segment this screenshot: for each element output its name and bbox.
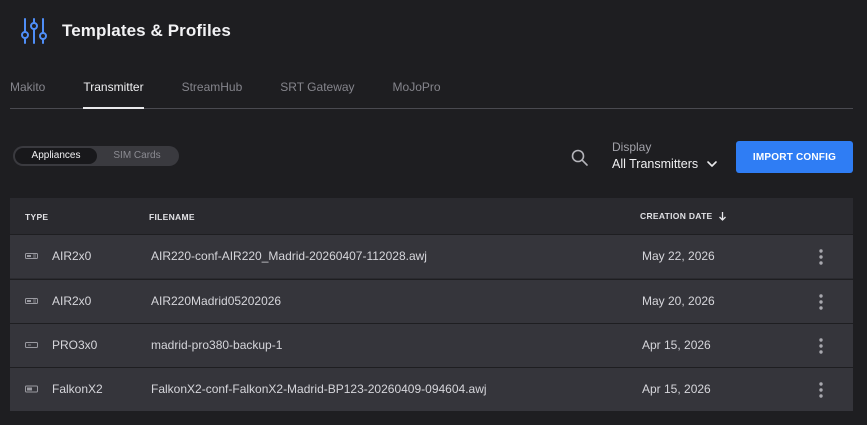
row-filename: AIR220-conf-AIR220_Madrid-20260407-11202… [151,249,427,263]
sliders-icon [21,18,47,44]
sort-down-arrow-icon [718,212,726,221]
row-filename: madrid-pro380-backup-1 [151,338,283,352]
display-value: All Transmitters [612,157,699,171]
page-title: Templates & Profiles [62,21,231,40]
row-type: AIR2x0 [25,294,91,308]
column-header-creation-date-label: CREATION DATE [640,211,713,221]
tab-mojopro[interactable]: MoJoPro [393,72,441,108]
falkon-device-icon [25,385,38,393]
row-type-label: AIR2x0 [52,294,92,308]
table-header: TYPE FILENAME CREATION DATE [10,198,853,234]
product-tabs: Makito Transmitter StreamHub SRT Gateway… [10,72,853,109]
pro-device-icon [25,342,38,348]
more-options-icon[interactable] [814,292,828,312]
row-type: FalkonX2 [25,382,103,396]
row-type: PRO3x0 [25,338,97,352]
row-type: AIR2x0 [25,249,91,263]
table-row[interactable]: AIR2x0 AIR220Madrid05202026 May 20, 2026 [10,279,853,323]
row-creation-date: May 20, 2026 [642,294,715,308]
page-header: Templates & Profiles [20,16,231,46]
column-header-filename[interactable]: FILENAME [149,212,195,222]
row-creation-date: May 22, 2026 [642,249,715,263]
table-row[interactable]: FalkonX2 FalkonX2-conf-FalkonX2-Madrid-B… [10,367,853,411]
row-type-label: PRO3x0 [52,338,98,352]
more-options-icon[interactable] [814,247,828,267]
air-device-icon [25,298,38,304]
display-dropdown[interactable]: All Transmitters [612,157,722,171]
tab-streamhub[interactable]: StreamHub [182,72,243,108]
column-header-creation-date[interactable]: CREATION DATE [640,211,727,221]
toggle-sim-cards[interactable]: SIM Cards [97,148,177,164]
view-toggle: Appliances SIM Cards [13,146,179,166]
air-device-icon [25,253,38,259]
more-options-icon[interactable] [814,336,828,356]
row-filename: AIR220Madrid05202026 [151,294,282,308]
row-filename: FalkonX2-conf-FalkonX2-Madrid-BP123-2026… [151,382,487,396]
chevron-down-icon [707,161,717,167]
search-icon[interactable] [570,148,590,168]
more-options-icon[interactable] [814,380,828,400]
table-row[interactable]: AIR2x0 AIR220-conf-AIR220_Madrid-2026040… [10,234,853,278]
tab-transmitter[interactable]: Transmitter [83,72,144,109]
tab-srt-gateway[interactable]: SRT Gateway [280,72,354,108]
templates-table: TYPE FILENAME CREATION DATE AIR2x0 AIR22… [10,198,853,411]
row-creation-date: Apr 15, 2026 [642,338,711,352]
row-type-label: AIR2x0 [52,249,92,263]
toggle-appliances[interactable]: Appliances [15,148,97,164]
table-row[interactable]: PRO3x0 madrid-pro380-backup-1 Apr 15, 20… [10,323,853,367]
column-header-type[interactable]: TYPE [25,212,48,222]
import-config-button[interactable]: IMPORT CONFIG [736,141,853,173]
tab-makito[interactable]: Makito [10,72,45,108]
display-label: Display [612,140,652,154]
row-creation-date: Apr 15, 2026 [642,382,711,396]
row-type-label: FalkonX2 [52,382,103,396]
display-filter: Display All Transmitters [612,140,722,174]
